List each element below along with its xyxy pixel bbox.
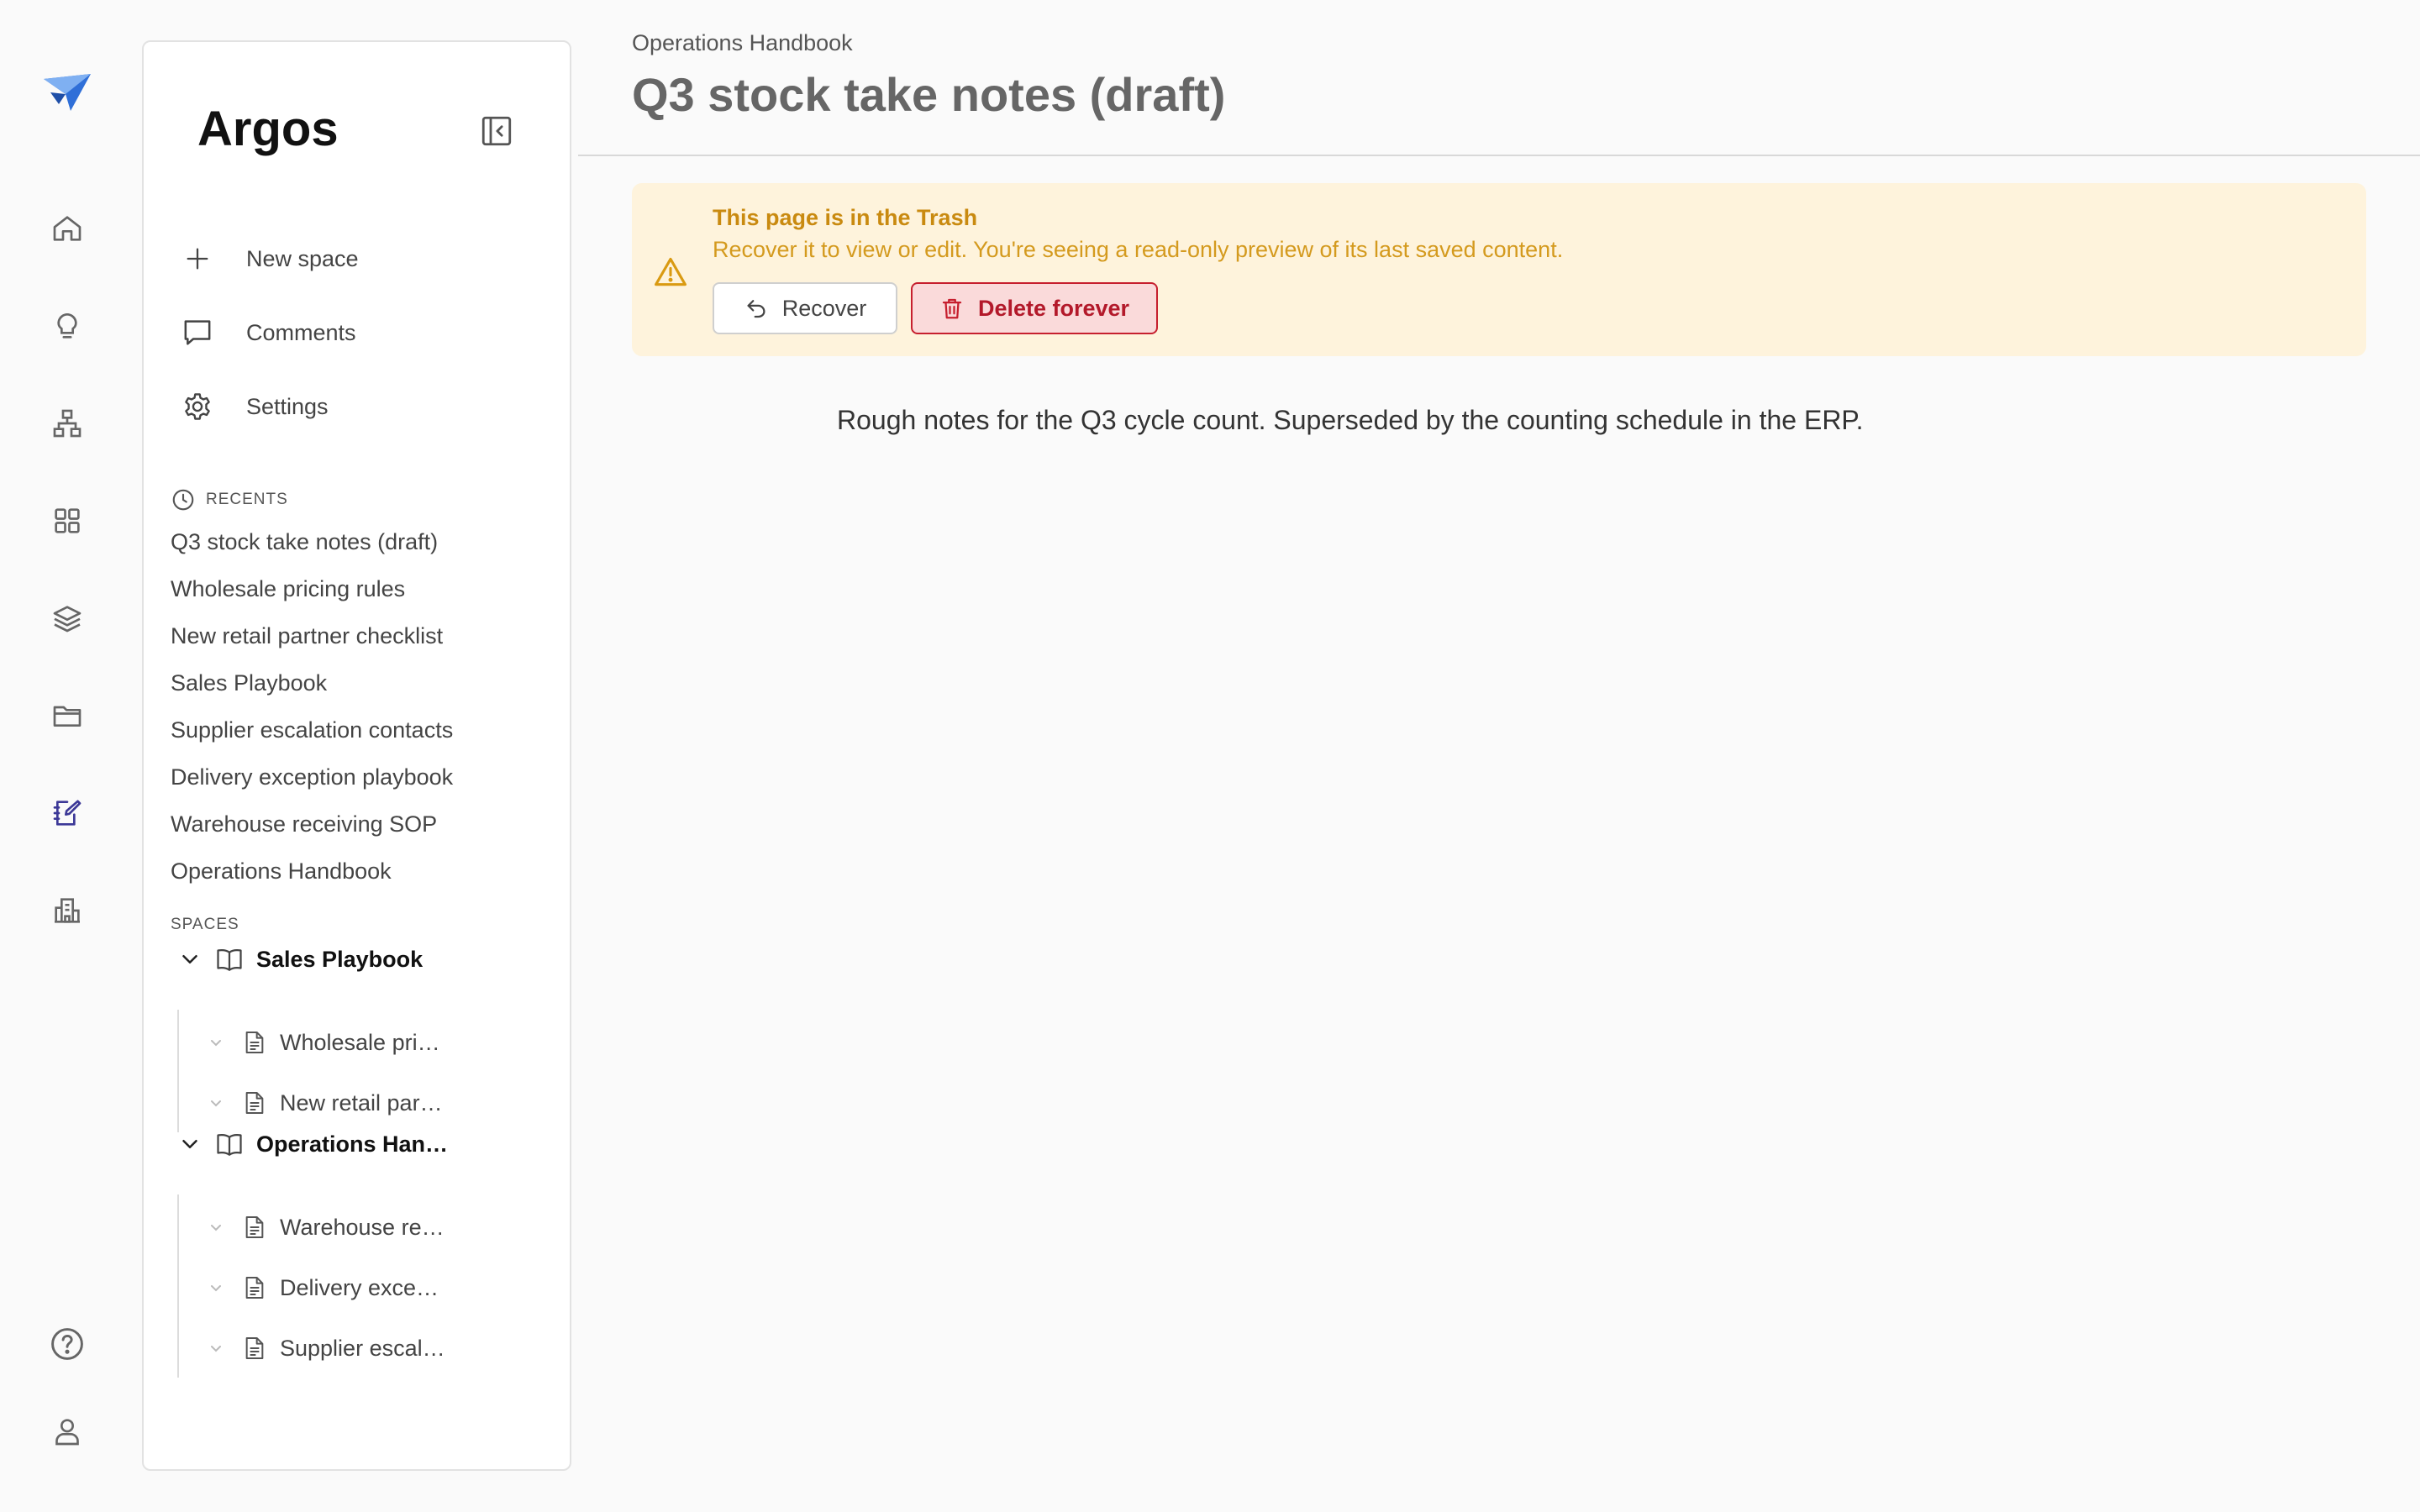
home-icon[interactable] (42, 203, 92, 254)
document-icon (241, 1089, 268, 1116)
tree-page-item[interactable]: Warehouse re… (206, 1205, 445, 1250)
chevron-down-icon[interactable] (206, 1278, 226, 1298)
breadcrumb[interactable]: Operations Handbook (632, 30, 853, 56)
tree-page-item[interactable]: Supplier escal… (206, 1326, 445, 1371)
tree-guide (177, 1010, 179, 1132)
new-space-button[interactable]: New space (177, 232, 547, 286)
book-icon (214, 1129, 245, 1159)
undo-icon (744, 296, 769, 321)
book-icon (214, 944, 245, 974)
recover-label: Recover (781, 295, 867, 321)
tree-page-item[interactable]: Wholesale pri… (206, 1020, 440, 1065)
new-space-label: New space (246, 245, 359, 271)
page-body-text: Rough notes for the Q3 cycle count. Supe… (837, 405, 1864, 435)
building-icon[interactable] (42, 885, 92, 936)
user-icon[interactable] (42, 1406, 92, 1457)
trash-icon (939, 296, 965, 321)
recent-item[interactable]: Delivery exception playbook (171, 764, 453, 790)
space-label: Sales Playbook (256, 946, 424, 972)
trash-banner: This page is in the Trash Recover it to … (632, 183, 2366, 356)
delete-forever-label: Delete forever (977, 295, 1130, 321)
folder-icon[interactable] (42, 690, 92, 741)
document-icon (241, 1274, 268, 1301)
tree-page-label: Warehouse re… (280, 1214, 445, 1240)
tree-page-item[interactable]: New retail par… (206, 1080, 443, 1126)
recover-button[interactable]: Recover (713, 282, 897, 334)
icon-rail (0, 0, 134, 1512)
lightbulb-icon[interactable] (42, 301, 92, 351)
delete-forever-button[interactable]: Delete forever (911, 282, 1158, 334)
chevron-down-icon[interactable] (206, 1217, 226, 1237)
chevron-down-icon[interactable] (206, 1093, 226, 1113)
chevron-down-icon[interactable] (206, 1032, 226, 1053)
tree-page-label: Wholesale pri… (280, 1029, 440, 1055)
document-icon (241, 1029, 268, 1056)
spaces-heading: SPACES (171, 916, 239, 934)
collapse-sidebar-icon[interactable] (476, 111, 517, 151)
brand-title: Argos (197, 102, 339, 156)
notebook-edit-icon[interactable] (42, 788, 92, 838)
gear-icon (177, 386, 218, 427)
recents-heading: RECENTS (171, 487, 288, 512)
header-divider (578, 155, 2420, 156)
tree-page-label: Delivery exce… (280, 1274, 439, 1300)
banner-message: Recover it to view or edit. You're seein… (713, 237, 1564, 262)
chevron-down-icon[interactable] (177, 947, 203, 972)
plus-icon (177, 239, 218, 279)
sidebar: Argos New space Comments Settings RECENT… (142, 40, 571, 1471)
tree-guide (177, 1194, 179, 1378)
hierarchy-icon[interactable] (42, 398, 92, 449)
page-title: Q3 stock take notes (draft) (632, 68, 1226, 121)
recent-item[interactable]: Warehouse receiving SOP (171, 811, 437, 837)
argos-logo-icon[interactable] (40, 71, 94, 114)
settings-label: Settings (246, 393, 329, 419)
chevron-down-icon[interactable] (206, 1338, 226, 1358)
tree-page-label: Supplier escal… (280, 1335, 445, 1361)
recent-item[interactable]: Sales Playbook (171, 670, 327, 696)
document-icon (241, 1214, 268, 1241)
tree-page-label: New retail par… (280, 1089, 443, 1116)
recent-item[interactable]: Supplier escalation contacts (171, 717, 453, 743)
recent-item[interactable]: Q3 stock take notes (draft) (171, 529, 438, 555)
space-operations-handbook[interactable]: Operations Han… (177, 1121, 448, 1168)
recents-heading-label: RECENTS (206, 491, 288, 508)
tree-page-item[interactable]: Delivery exce… (206, 1265, 439, 1310)
spaces-heading-label: SPACES (171, 916, 239, 933)
space-sales-playbook[interactable]: Sales Playbook (177, 936, 423, 983)
help-icon[interactable] (42, 1319, 92, 1369)
recent-item[interactable]: Wholesale pricing rules (171, 576, 405, 602)
recent-item[interactable]: Operations Handbook (171, 858, 392, 885)
space-label: Operations Han… (256, 1131, 449, 1157)
comment-icon (177, 312, 218, 353)
recent-item[interactable]: New retail partner checklist (171, 623, 443, 649)
layers-icon[interactable] (42, 593, 92, 643)
document-icon (241, 1335, 268, 1362)
banner-title: This page is in the Trash (713, 205, 978, 230)
comments-label: Comments (246, 319, 356, 345)
warning-icon (652, 254, 689, 291)
grid-icon[interactable] (42, 496, 92, 546)
comments-button[interactable]: Comments (177, 306, 547, 360)
chevron-down-icon[interactable] (177, 1131, 203, 1157)
settings-button[interactable]: Settings (177, 380, 547, 433)
clock-icon (171, 487, 196, 512)
